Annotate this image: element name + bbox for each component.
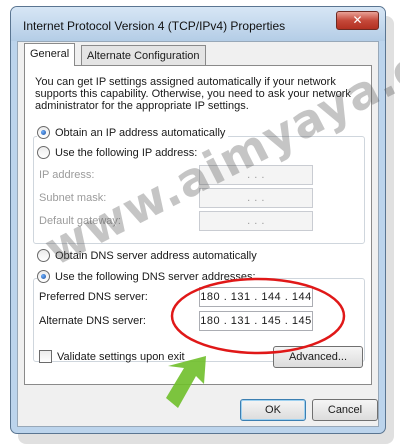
alternate-dns-input[interactable]: 180 . 131 . 145 . 145 [199, 311, 313, 331]
validate-settings-option[interactable]: Validate settings upon exit [39, 350, 185, 363]
use-following-dns-radio[interactable] [37, 270, 50, 283]
ok-button[interactable]: OK [240, 399, 306, 421]
use-following-dns-label: Use the following DNS server addresses: [55, 270, 256, 283]
obtain-dns-auto-option[interactable]: Obtain DNS server address automatically [37, 249, 260, 262]
properties-dialog: Internet Protocol Version 4 (TCP/IPv4) P… [10, 6, 386, 434]
ip-address-label: IP address: [39, 169, 95, 181]
dialog-client-area: General Alternate Configuration You can … [17, 41, 379, 427]
preferred-dns-input[interactable]: 180 . 131 . 144 . 144 [199, 287, 313, 307]
obtain-ip-auto-label: Obtain an IP address automatically [55, 126, 226, 139]
obtain-dns-auto-label: Obtain DNS server address automatically [55, 249, 257, 262]
use-following-dns-option[interactable]: Use the following DNS server addresses: [37, 270, 259, 283]
validate-settings-label: Validate settings upon exit [57, 350, 185, 363]
tab-alternate-configuration[interactable]: Alternate Configuration [81, 45, 206, 66]
tab-general[interactable]: General [24, 43, 76, 66]
description-text: You can get IP settings assigned automat… [35, 76, 351, 112]
alternate-dns-label: Alternate DNS server: [39, 315, 146, 327]
use-following-ip-radio[interactable] [37, 146, 50, 159]
validate-settings-checkbox[interactable] [39, 350, 52, 363]
advanced-button[interactable]: Advanced... [273, 346, 363, 368]
ip-address-input[interactable]: . . . [199, 165, 313, 185]
use-following-ip-label: Use the following IP address: [55, 146, 198, 159]
preferred-dns-label: Preferred DNS server: [39, 291, 148, 303]
general-tab-panel: You can get IP settings assigned automat… [24, 65, 372, 385]
subnet-mask-input[interactable]: . . . [199, 188, 313, 208]
obtain-ip-auto-radio[interactable] [37, 126, 50, 139]
cancel-button[interactable]: Cancel [312, 399, 378, 421]
subnet-mask-label: Subnet mask: [39, 192, 107, 204]
default-gateway-input[interactable]: . . . [199, 211, 313, 231]
title-bar[interactable]: Internet Protocol Version 4 (TCP/IPv4) P… [11, 7, 385, 41]
default-gateway-label: Default gateway: [39, 215, 121, 227]
window-title: Internet Protocol Version 4 (TCP/IPv4) P… [23, 19, 286, 33]
obtain-ip-auto-option[interactable]: Obtain an IP address automatically [37, 126, 229, 139]
use-following-ip-option[interactable]: Use the following IP address: [37, 146, 201, 159]
close-button[interactable]: ✕ [336, 11, 379, 30]
obtain-dns-auto-radio[interactable] [37, 249, 50, 262]
